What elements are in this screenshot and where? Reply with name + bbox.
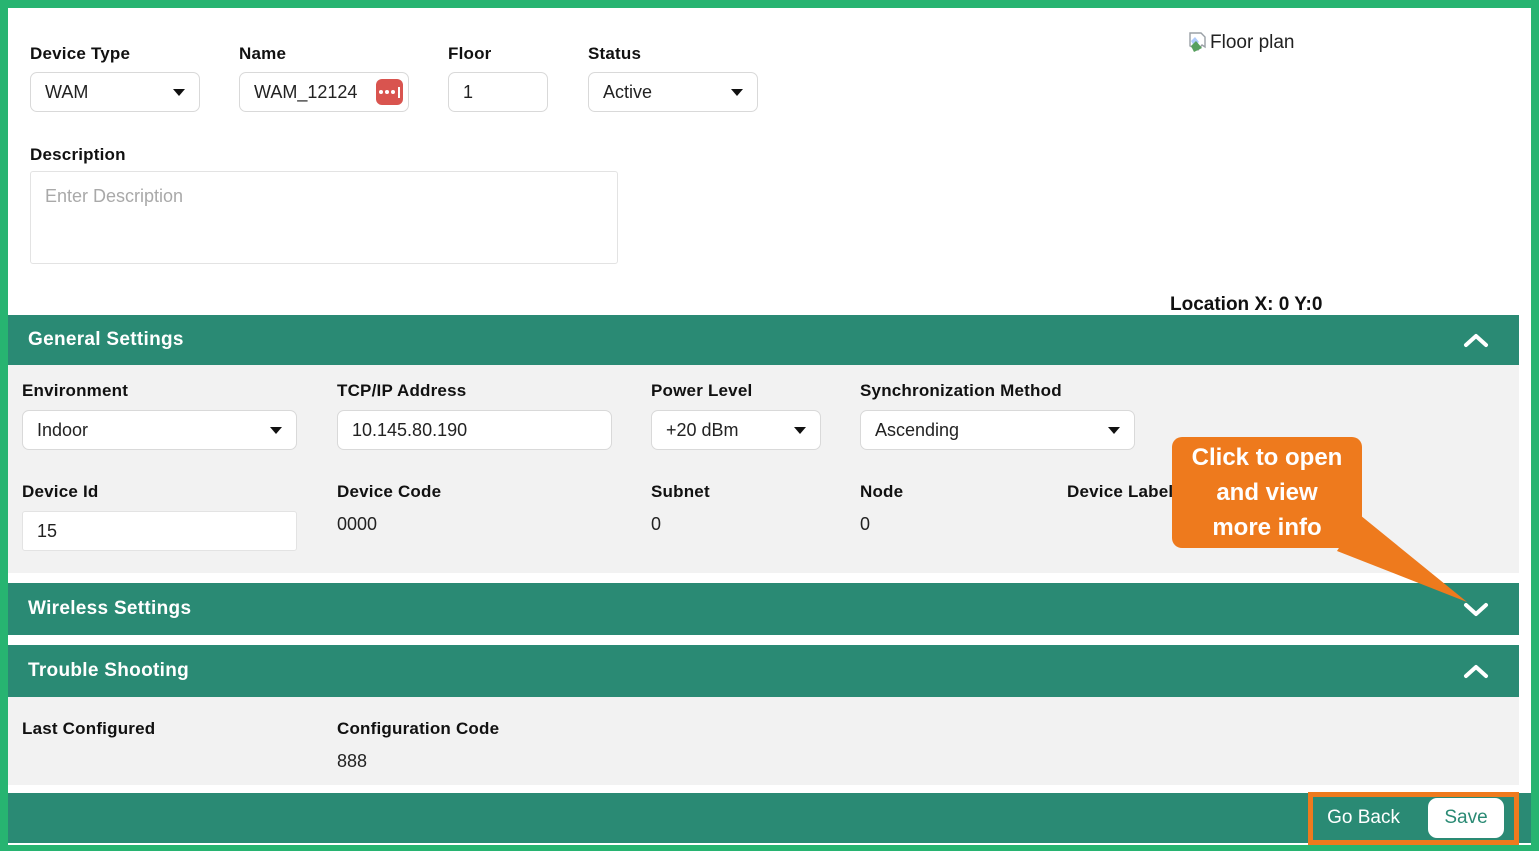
sync-method-label: Synchronization Method — [860, 381, 1135, 401]
device-code-field: Device Code 0000 — [337, 482, 441, 535]
environment-field: Environment Indoor — [22, 381, 297, 450]
password-manager-icon[interactable] — [376, 79, 403, 105]
subnet-label: Subnet — [651, 482, 710, 502]
device-code-value: 0000 — [337, 514, 441, 535]
page-content: Device Type WAM Name Floor Status Active… — [8, 8, 1531, 845]
sync-method-value: Ascending — [875, 420, 959, 441]
subnet-value: 0 — [651, 514, 710, 535]
node-label: Node — [860, 482, 903, 502]
environment-label: Environment — [22, 381, 297, 401]
broken-image-alt-text: Floor plan — [1210, 32, 1295, 54]
description-textarea[interactable] — [30, 171, 618, 264]
callout-line: more info — [1212, 510, 1321, 545]
power-level-select[interactable]: +20 dBm — [651, 410, 821, 450]
floor-label: Floor — [448, 44, 492, 64]
device-label-field: Device Label — [1067, 482, 1173, 514]
go-back-button[interactable]: Go Back — [1327, 807, 1400, 829]
configuration-code-field: Configuration Code 888 — [337, 719, 499, 772]
environment-select[interactable]: Indoor — [22, 410, 297, 450]
environment-value: Indoor — [37, 420, 88, 441]
power-level-field: Power Level +20 dBm — [651, 381, 821, 450]
footer-action-bar: Go Back Save — [8, 793, 1531, 843]
wireless-settings-header[interactable]: Wireless Settings — [8, 583, 1519, 635]
description-wrap — [30, 171, 618, 264]
description-label: Description — [30, 145, 126, 165]
status-value: Active — [603, 82, 652, 103]
node-value: 0 — [860, 514, 903, 535]
chevron-down-icon — [794, 427, 806, 434]
wireless-settings-title: Wireless Settings — [28, 598, 191, 620]
sync-method-select[interactable]: Ascending — [860, 410, 1135, 450]
last-configured-field: Last Configured — [22, 719, 155, 751]
last-configured-label: Last Configured — [22, 719, 155, 739]
floor-input[interactable] — [448, 72, 548, 112]
configuration-code-value: 888 — [337, 751, 499, 772]
device-id-label: Device Id — [22, 482, 297, 502]
trouble-shooting-body: Last Configured Configuration Code 888 — [8, 697, 1519, 785]
chevron-down-icon — [731, 89, 743, 96]
callout-line: Click to open — [1192, 440, 1343, 475]
general-settings-header[interactable]: General Settings — [8, 315, 1519, 365]
name-label: Name — [239, 44, 286, 64]
chevron-down-icon — [270, 427, 282, 434]
name-field-wrap — [239, 72, 409, 112]
device-type-select[interactable]: WAM — [30, 72, 200, 112]
general-settings-title: General Settings — [28, 329, 184, 351]
floor-field-wrap — [448, 72, 548, 112]
chevron-up-icon[interactable] — [1463, 664, 1489, 679]
chevron-down-icon — [173, 89, 185, 96]
device-id-field: Device Id — [22, 482, 297, 551]
location-readout: Location X: 0 Y:0 — [1170, 294, 1322, 316]
floor-plan-area: Floor plan — [1188, 32, 1295, 54]
chevron-up-icon[interactable] — [1463, 333, 1489, 348]
save-button[interactable]: Save — [1428, 798, 1504, 838]
status-select[interactable]: Active — [588, 72, 758, 112]
device-label-label: Device Label — [1067, 482, 1173, 502]
broken-image-icon — [1188, 32, 1208, 54]
node-field: Node 0 — [860, 482, 903, 535]
sync-method-field: Synchronization Method Ascending — [860, 381, 1135, 450]
tcpip-label: TCP/IP Address — [337, 381, 612, 401]
trouble-shooting-title: Trouble Shooting — [28, 660, 189, 682]
device-id-input[interactable] — [22, 511, 297, 551]
status-label: Status — [588, 44, 641, 64]
tcpip-input[interactable] — [337, 410, 612, 450]
subnet-field: Subnet 0 — [651, 482, 710, 535]
chevron-down-icon — [1108, 427, 1120, 434]
callout-line: and view — [1216, 475, 1317, 510]
annotation-callout-bubble: Click to open and view more info — [1172, 437, 1362, 548]
tcpip-field: TCP/IP Address — [337, 381, 612, 450]
device-type-value: WAM — [45, 82, 88, 103]
configuration-code-label: Configuration Code — [337, 719, 499, 739]
trouble-shooting-header[interactable]: Trouble Shooting — [8, 645, 1519, 697]
device-type-label: Device Type — [30, 44, 130, 64]
device-edit-page: Device Type WAM Name Floor Status Active… — [0, 0, 1539, 851]
device-code-label: Device Code — [337, 482, 441, 502]
power-level-label: Power Level — [651, 381, 821, 401]
power-level-value: +20 dBm — [666, 420, 739, 441]
